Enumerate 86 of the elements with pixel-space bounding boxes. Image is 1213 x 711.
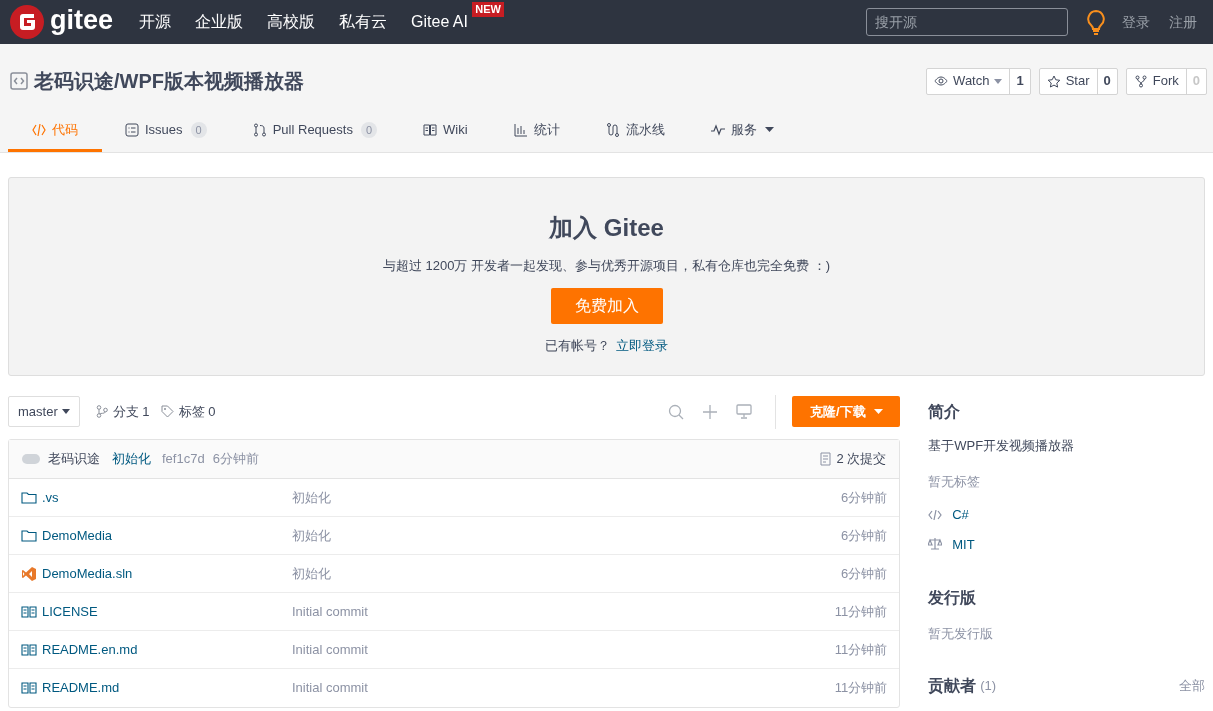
file-name-link[interactable]: LICENSE xyxy=(21,601,292,622)
plus-icon[interactable] xyxy=(702,403,719,420)
file-name-link[interactable]: .vs xyxy=(21,487,292,508)
tab-count-badge: 0 xyxy=(360,121,378,138)
repo-tab[interactable]: 流水线 xyxy=(582,116,688,152)
tab-count-badge: 0 xyxy=(190,121,207,138)
section-heading: 贡献者 xyxy=(928,675,977,697)
pipeline-icon xyxy=(605,122,620,137)
star-button[interactable]: Star xyxy=(1039,68,1097,94)
lightbulb-icon[interactable] xyxy=(1086,9,1106,35)
nav-link[interactable]: Gitee AI xyxy=(411,13,468,30)
section-heading: 简介 xyxy=(928,402,962,422)
commit-author[interactable]: 老码识途 xyxy=(48,449,100,469)
license-name-link[interactable]: MIT xyxy=(952,534,975,554)
nav-link[interactable]: 高校版 xyxy=(267,13,316,30)
banner-title: 加入 Gitee xyxy=(549,213,664,243)
code-repo-icon xyxy=(10,72,28,90)
avatar xyxy=(22,454,40,464)
scale-icon xyxy=(928,538,943,551)
tags-empty-text: 暂无标签 xyxy=(928,472,982,491)
new-badge: NEW xyxy=(472,2,504,17)
repo-description: 基于WPF开发视频播放器 xyxy=(928,437,1076,455)
file-time: 6分钟前 xyxy=(841,526,888,545)
logo-text[interactable]: gitee xyxy=(50,6,114,38)
register-link[interactable]: 注册 xyxy=(1169,11,1197,33)
file-time: 11分钟前 xyxy=(834,602,888,621)
logo-icon[interactable] xyxy=(10,5,44,39)
doc-icon xyxy=(21,641,37,658)
login-link[interactable]: 登录 xyxy=(1122,11,1150,33)
tag-icon xyxy=(160,405,174,418)
star-icon xyxy=(1046,74,1061,88)
file-time: 6分钟前 xyxy=(841,488,888,507)
solution-icon xyxy=(21,565,37,582)
nav-link[interactable]: 私有云 xyxy=(339,13,388,30)
login-link[interactable]: 立即登录 xyxy=(616,335,668,355)
tags-link[interactable]: 标签 0 xyxy=(160,401,216,422)
pr-icon xyxy=(252,122,267,137)
file-time: 6分钟前 xyxy=(841,564,888,583)
code-icon xyxy=(928,509,943,520)
commit-time: 6分钟前 xyxy=(212,450,259,469)
stats-icon xyxy=(513,122,528,137)
watch-count[interactable]: 1 xyxy=(1009,68,1030,94)
commit-count-link[interactable]: 2 次提交 xyxy=(820,449,887,469)
file-name-link[interactable]: README.en.md xyxy=(21,639,292,660)
nav-link[interactable]: 开源 xyxy=(139,13,172,30)
contributor-count: (1) xyxy=(980,676,997,695)
branches-link[interactable]: 分支 1 xyxy=(95,401,150,422)
doc-icon xyxy=(21,603,37,620)
file-name-link[interactable]: DemoMedia.sln xyxy=(21,563,292,584)
search-icon[interactable] xyxy=(668,403,685,420)
fork-icon xyxy=(1133,74,1148,88)
fork-button[interactable]: Fork xyxy=(1126,68,1186,94)
repo-tab[interactable]: Issues 0 xyxy=(102,116,230,152)
repo-tab[interactable]: Wiki xyxy=(400,116,491,152)
section-heading: 发行版 xyxy=(928,588,978,608)
repo-tab[interactable]: 服务 xyxy=(687,116,797,152)
watch-icon xyxy=(934,74,949,88)
watch-button[interactable]: Watch xyxy=(927,68,1010,94)
repo-tab[interactable]: Pull Requests 0 xyxy=(229,116,401,152)
folder-icon xyxy=(21,527,37,544)
repo-tab[interactable]: 统计 xyxy=(490,116,583,152)
wiki-icon xyxy=(423,122,438,137)
language-link[interactable]: C# xyxy=(952,505,969,525)
repo-title[interactable]: 老码识途/WPF版本视频播放器 xyxy=(34,66,304,96)
issues-icon xyxy=(125,122,139,137)
file-name-link[interactable]: README.md xyxy=(21,678,292,698)
star-count[interactable]: 0 xyxy=(1096,68,1117,94)
doc-icon xyxy=(21,680,37,696)
search-field[interactable]: 搜开源 xyxy=(866,8,1068,36)
branch-icon xyxy=(95,405,108,418)
file-time: 11分钟前 xyxy=(834,679,888,698)
caret-icon xyxy=(61,409,70,414)
code-icon xyxy=(32,122,46,137)
monitor-icon[interactable] xyxy=(736,404,753,419)
commit-message[interactable]: 初始化 xyxy=(112,449,151,469)
caret-icon xyxy=(873,409,883,414)
service-icon xyxy=(710,122,725,137)
releases-empty-text: 暂无发行版 xyxy=(928,625,995,643)
branch-dropdown[interactable]: master xyxy=(8,396,80,427)
nav-link[interactable]: 企业版 xyxy=(195,13,244,30)
document-icon xyxy=(820,452,832,466)
account-prompt: 已有帐号？ xyxy=(545,336,610,355)
banner-subtitle: 与超过 1200万 开发者一起发现、参与优秀开源项目，私有仓库也完全免费 ：) xyxy=(382,257,831,275)
folder-icon xyxy=(21,489,37,506)
file-name-link[interactable]: DemoMedia xyxy=(21,525,292,546)
file-time: 11分钟前 xyxy=(834,640,888,659)
